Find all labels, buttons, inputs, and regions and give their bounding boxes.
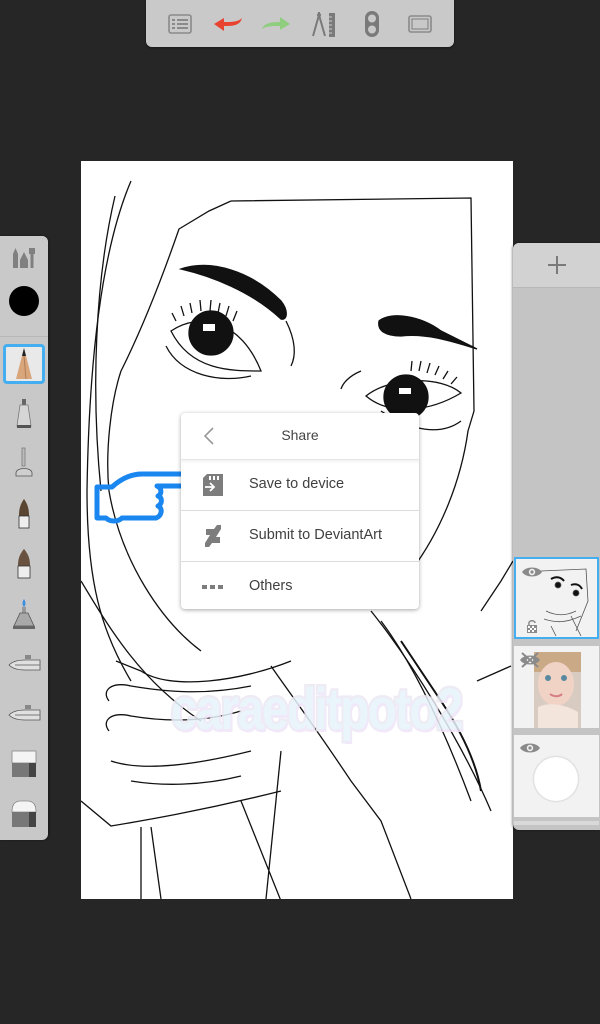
fullscreen-icon xyxy=(408,14,432,33)
panel-bottom-edge xyxy=(514,821,599,825)
layer-thumbnail xyxy=(540,568,589,637)
palette-header xyxy=(0,236,48,337)
deviantart-icon xyxy=(205,525,221,547)
tool-hard-eraser[interactable] xyxy=(3,744,45,784)
layer-thumbnail xyxy=(534,757,578,801)
visibility-eye-icon[interactable] xyxy=(521,565,543,579)
tool-pencil[interactable] xyxy=(3,344,45,384)
airbrush-icon xyxy=(8,655,41,671)
compass-ruler-icon xyxy=(312,11,335,37)
others-label: Others xyxy=(249,578,293,594)
top-toolbar xyxy=(146,0,454,47)
more-dots-icon xyxy=(202,585,223,589)
visibility-eye-icon[interactable] xyxy=(519,741,541,755)
share-menu: Share Save to device Submit to DeviantAr… xyxy=(181,413,419,609)
layer-thumbnail xyxy=(534,652,581,728)
share-menu-title: Share xyxy=(281,427,319,443)
tool-ballpoint-pen[interactable] xyxy=(3,394,45,434)
symmetry-button[interactable] xyxy=(352,4,392,44)
tool-paint-brush[interactable] xyxy=(3,544,45,584)
add-layer-button[interactable] xyxy=(513,243,600,288)
redo-button[interactable] xyxy=(256,4,296,44)
pencil-icon xyxy=(16,348,32,380)
color-swatch[interactable] xyxy=(9,286,39,316)
list-icon xyxy=(168,13,192,34)
hard-eraser-icon xyxy=(11,750,37,777)
layers-panel xyxy=(513,243,600,830)
redo-arrow-icon xyxy=(262,16,290,30)
tool-fill-marker[interactable] xyxy=(3,594,45,634)
tool-airbrush-alt[interactable] xyxy=(3,694,45,734)
fullscreen-button[interactable] xyxy=(400,4,440,44)
symmetry-icon xyxy=(365,10,379,37)
airbrush-alt-icon xyxy=(8,705,41,721)
tool-soft-eraser[interactable] xyxy=(3,794,45,834)
brush-palette xyxy=(0,236,48,840)
layer-photo[interactable] xyxy=(514,646,599,728)
sd-card-save-icon xyxy=(203,474,223,496)
share-menu-header: Share xyxy=(181,413,419,460)
marker-icon xyxy=(15,447,33,477)
submit-deviantart-label: Submit to DeviantArt xyxy=(249,527,382,543)
soft-eraser-icon xyxy=(11,800,37,827)
layers-list-button[interactable] xyxy=(160,4,200,44)
brush-library-icon[interactable] xyxy=(12,246,36,268)
lock-icon[interactable] xyxy=(526,619,538,633)
fill-marker-icon xyxy=(13,599,35,629)
submit-deviantart-item[interactable]: Submit to DeviantArt xyxy=(181,511,419,562)
save-to-device-item[interactable]: Save to device xyxy=(181,460,419,511)
guides-button[interactable] xyxy=(304,4,344,44)
undo-arrow-icon xyxy=(214,17,242,31)
others-item[interactable]: Others xyxy=(181,562,419,609)
watermark-text: caraeditpoto2 xyxy=(169,675,465,745)
tool-marker[interactable] xyxy=(3,444,45,484)
brush-icon xyxy=(18,499,30,529)
visibility-hidden-icon[interactable] xyxy=(519,652,541,668)
undo-button[interactable] xyxy=(208,4,248,44)
paint-brush-icon xyxy=(17,549,31,579)
plus-icon xyxy=(547,256,566,274)
layer-background[interactable] xyxy=(514,735,599,817)
tool-brush[interactable] xyxy=(3,494,45,534)
ballpoint-pen-icon xyxy=(16,399,32,428)
tool-airbrush[interactable] xyxy=(3,644,45,684)
save-to-device-label: Save to device xyxy=(249,476,345,492)
layer-line-art[interactable] xyxy=(514,557,599,639)
